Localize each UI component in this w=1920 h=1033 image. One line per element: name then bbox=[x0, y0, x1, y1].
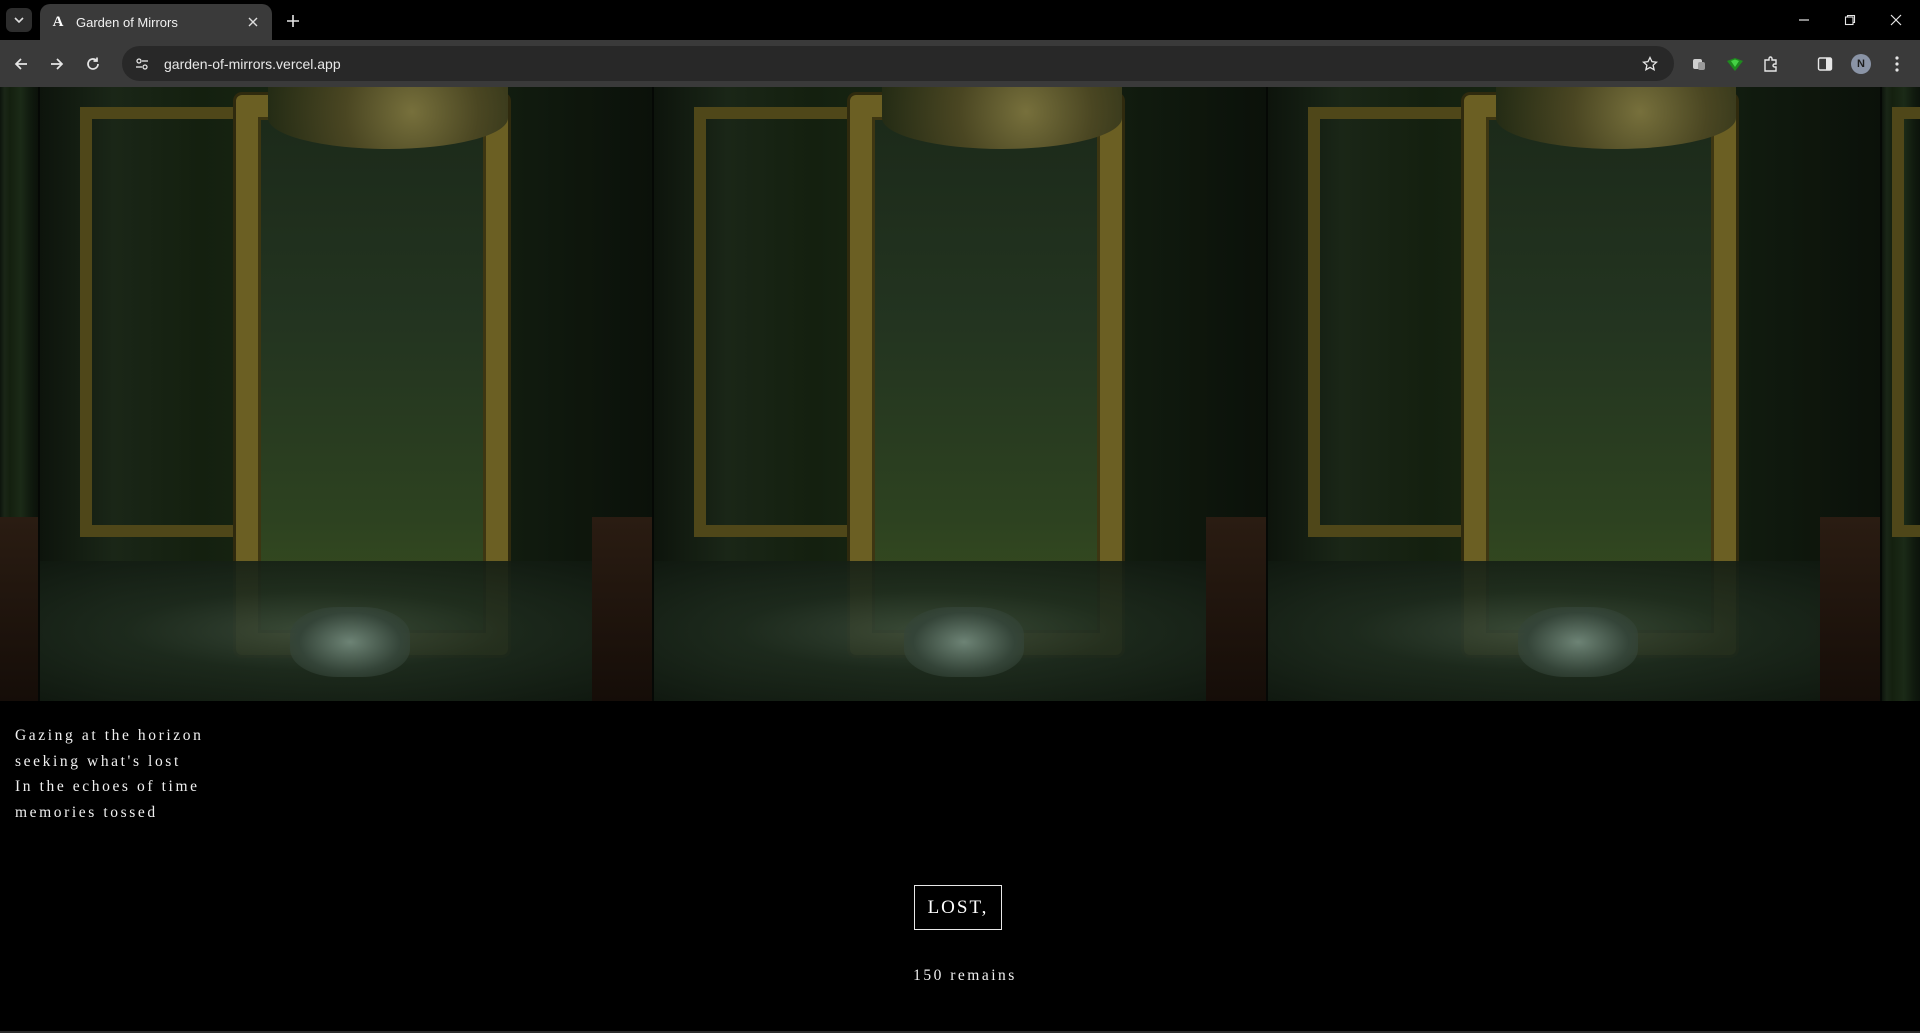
back-mirror-frame bbox=[1308, 107, 1466, 537]
page-content: Gazing at the horizon seeking what's los… bbox=[0, 87, 1920, 1033]
mirror-image bbox=[1268, 87, 1882, 701]
plus-icon bbox=[287, 15, 299, 27]
broken-shards bbox=[904, 607, 1024, 677]
tab-favicon-icon: A bbox=[52, 14, 64, 30]
arrow-left-icon bbox=[14, 58, 27, 70]
poem: Gazing at the horizon seeking what's los… bbox=[15, 723, 203, 825]
close-icon bbox=[1890, 14, 1902, 26]
address-bar[interactable]: garden-of-mirrors.vercel.app bbox=[122, 46, 1674, 81]
menu-button[interactable] bbox=[1884, 51, 1910, 77]
chevron-down-icon bbox=[14, 17, 24, 24]
extension-cookie-icon bbox=[1693, 59, 1705, 70]
mirror-image-gallery bbox=[0, 87, 1920, 701]
minimize-icon bbox=[1799, 19, 1809, 21]
back-mirror-frame bbox=[1892, 107, 1920, 537]
tab-bar: A Garden of Mirrors bbox=[0, 0, 1920, 40]
extension-button-1[interactable] bbox=[1686, 51, 1712, 77]
side-panel-icon bbox=[1817, 57, 1833, 71]
browser-tab[interactable]: A Garden of Mirrors bbox=[40, 4, 272, 40]
more-vertical-icon bbox=[1895, 56, 1899, 72]
mirror-image-partial-left bbox=[0, 87, 40, 701]
avatar: N bbox=[1851, 54, 1871, 74]
poem-line: memories tossed bbox=[15, 803, 158, 821]
cabinet-shape bbox=[1820, 517, 1880, 701]
bookmark-star-button[interactable] bbox=[1638, 52, 1662, 76]
side-panel-button[interactable] bbox=[1812, 51, 1838, 77]
arrow-right-icon bbox=[51, 58, 64, 70]
tab-search-button[interactable] bbox=[6, 8, 32, 32]
url-text[interactable]: garden-of-mirrors.vercel.app bbox=[164, 56, 1638, 72]
poem-line: Gazing at the horizon bbox=[15, 727, 204, 744]
extensions-button[interactable] bbox=[1758, 51, 1784, 77]
cabinet-shape bbox=[0, 517, 38, 701]
minimize-button[interactable] bbox=[1792, 8, 1816, 32]
extension-shield-icon bbox=[1727, 58, 1743, 71]
back-button[interactable] bbox=[8, 51, 34, 77]
mirror-image bbox=[40, 87, 654, 701]
reload-button[interactable] bbox=[80, 51, 106, 77]
poem-line: In the echoes of time bbox=[15, 778, 200, 795]
broken-shards bbox=[1518, 607, 1638, 677]
close-window-button[interactable] bbox=[1884, 8, 1908, 32]
puzzle-icon bbox=[1764, 56, 1777, 72]
back-mirror-frame bbox=[694, 107, 852, 537]
browser-toolbar: garden-of-mirrors.vercel.app N bbox=[0, 40, 1920, 112]
mirror-crest bbox=[1496, 87, 1736, 149]
site-info-button[interactable] bbox=[130, 52, 154, 76]
new-tab-button[interactable] bbox=[282, 10, 304, 32]
extension-button-2[interactable] bbox=[1722, 51, 1748, 77]
remains-counter: 150 remains bbox=[913, 967, 1017, 984]
mirror-crest bbox=[882, 87, 1122, 149]
restore-button[interactable] bbox=[1838, 8, 1862, 32]
lost-button[interactable]: LOST, bbox=[914, 885, 1002, 930]
mirror-crest bbox=[268, 87, 508, 149]
cabinet-shape bbox=[592, 517, 652, 701]
restore-icon bbox=[1844, 14, 1856, 26]
reload-icon bbox=[87, 57, 99, 70]
tune-icon bbox=[136, 57, 148, 70]
cabinet-shape bbox=[1206, 517, 1266, 701]
poem-line: seeking what's lost bbox=[15, 752, 181, 770]
mirror-image-partial-right bbox=[1882, 87, 1920, 701]
tab-title: Garden of Mirrors bbox=[76, 14, 178, 30]
back-mirror-frame bbox=[80, 107, 238, 537]
forward-button[interactable] bbox=[44, 51, 70, 77]
star-icon bbox=[1642, 55, 1658, 71]
profile-button[interactable]: N bbox=[1848, 51, 1874, 77]
mirror-image bbox=[654, 87, 1268, 701]
broken-shards bbox=[290, 607, 410, 677]
close-icon bbox=[248, 17, 258, 27]
tab-close-button[interactable] bbox=[244, 13, 262, 31]
